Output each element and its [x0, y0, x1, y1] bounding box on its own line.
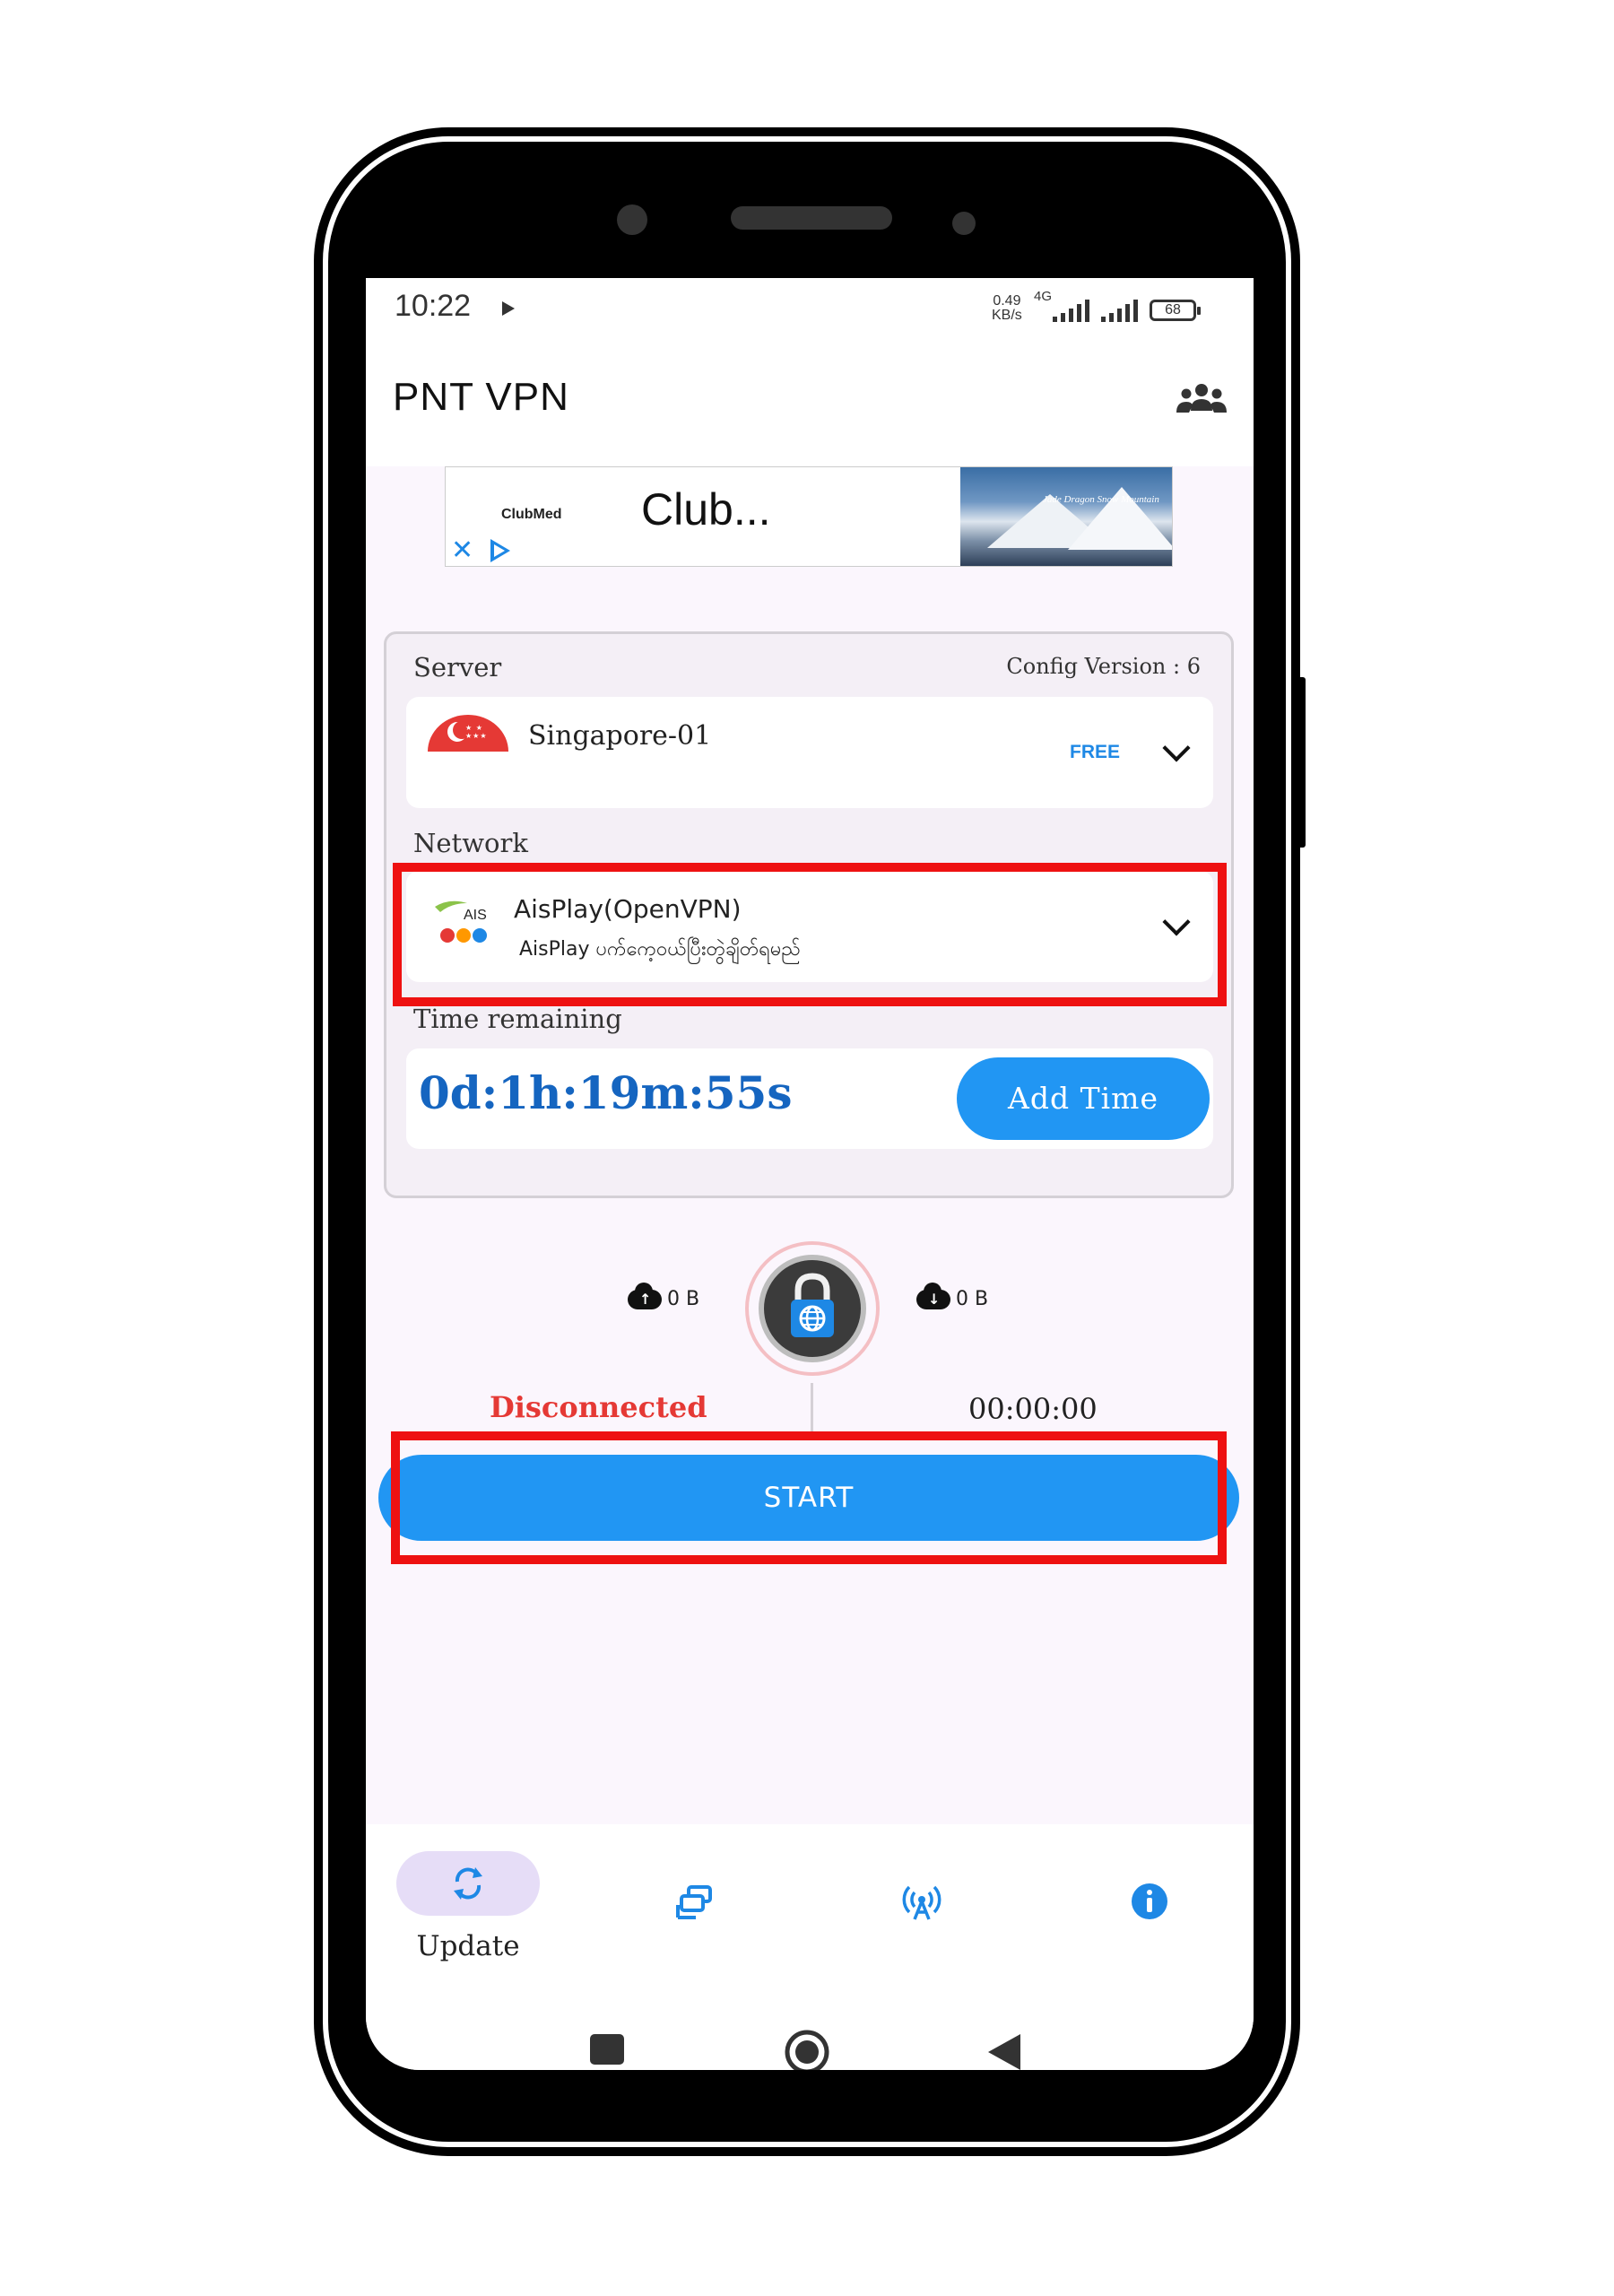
server-label: Server: [413, 652, 502, 683]
network-type: 4G: [1034, 289, 1053, 304]
network-speed-unit: KB/s: [992, 308, 1022, 323]
nav-update-label[interactable]: Update: [398, 1930, 538, 1962]
network-speed-value: 0.49: [993, 293, 1021, 309]
ad-headline[interactable]: Club...: [641, 483, 771, 535]
status-bar: 10:22 0.49 KB/s 4G 68: [366, 278, 1254, 341]
time-remaining-panel: 0d:1h:19m:55s Add Time: [406, 1048, 1213, 1149]
front-camera: [617, 204, 647, 235]
network-highlight-box: [393, 863, 1227, 1006]
earpiece-speaker: [731, 206, 892, 230]
singapore-flag-icon: ★ ★ ★★★: [428, 715, 508, 788]
home-button[interactable]: [784, 2029, 830, 2070]
server-name: Singapore-01: [528, 720, 712, 752]
antenna-icon[interactable]: [900, 1880, 943, 1923]
server-free-badge: FREE: [1070, 742, 1121, 762]
ad-image[interactable]: Jade Dragon Snow Mountain: [960, 467, 1172, 566]
ad-close-icon[interactable]: ✕: [451, 537, 473, 564]
app-bar: PNT VPN: [366, 341, 1254, 466]
status-divider: [811, 1383, 813, 1439]
network-label: Network: [413, 828, 528, 858]
back-button[interactable]: [988, 2034, 1020, 2070]
ad-banner[interactable]: ClubMed Club... ✕ Jade Dragon Snow Mount…: [445, 466, 1173, 567]
bottom-navigation: Update: [366, 1824, 1254, 2070]
add-time-button[interactable]: Add Time: [957, 1057, 1210, 1140]
cloud-download-icon: ↓: [916, 1282, 950, 1309]
lock-globe-icon: [791, 1273, 834, 1337]
download-traffic: ↓ 0 B: [916, 1282, 989, 1310]
proximity-sensor: [952, 212, 976, 235]
time-remaining-value: 0d:1h:19m:55s: [419, 1066, 793, 1119]
group-icon[interactable]: [1173, 380, 1230, 416]
ad-brand-logo: ClubMed: [501, 507, 562, 522]
signal-icon: [1053, 300, 1089, 322]
time-remaining-label: Time remaining: [413, 1004, 622, 1034]
play-notification-icon: [502, 301, 515, 316]
connection-status: Disconnected: [490, 1390, 707, 1424]
download-value: 0 B: [956, 1288, 989, 1310]
signal-icon-2: [1101, 300, 1138, 322]
upload-value: 0 B: [667, 1288, 700, 1310]
network-speed: 0.49 KB/s: [992, 294, 1022, 323]
phone-side-button: [1297, 677, 1306, 848]
cloud-upload-icon: ↑: [628, 1282, 662, 1309]
start-highlight-box: [391, 1431, 1227, 1564]
ad-choices-icon[interactable]: [490, 539, 510, 562]
status-time: 10:22: [395, 289, 472, 323]
app-title: PNT VPN: [393, 375, 569, 419]
connection-duration: 00:00:00: [968, 1392, 1098, 1426]
servers-icon[interactable]: [672, 1880, 716, 1923]
ad-image-caption: Jade Dragon Snow Mountain: [1043, 494, 1159, 505]
phone-screen: 10:22 0.49 KB/s 4G 68 PNT VPN ClubMed Cl…: [366, 278, 1254, 2070]
upload-traffic: ↑ 0 B: [628, 1282, 700, 1310]
info-icon[interactable]: [1128, 1880, 1171, 1923]
battery-icon: 68: [1150, 300, 1201, 321]
refresh-icon: [454, 1867, 482, 1900]
server-selector[interactable]: ★ ★ ★★★ Singapore-01 FREE: [406, 697, 1213, 808]
recent-apps-button[interactable]: [590, 2034, 624, 2065]
config-version: Config Version : 6: [1006, 654, 1201, 679]
chevron-down-icon: [1162, 734, 1191, 762]
